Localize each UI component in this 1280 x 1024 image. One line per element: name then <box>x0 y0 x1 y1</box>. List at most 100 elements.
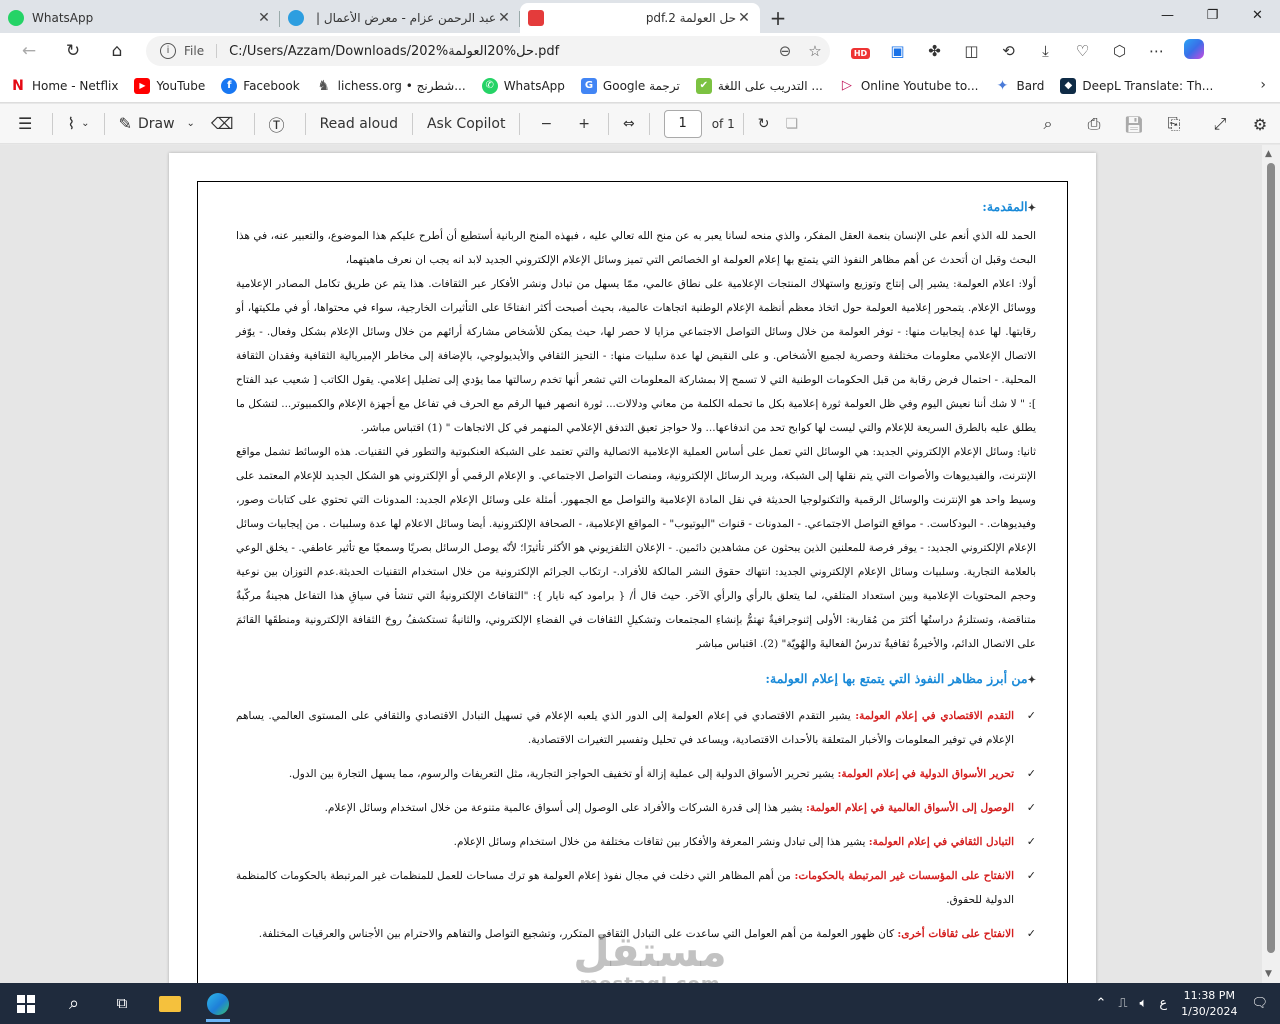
pdf-toolbar-right: ⌕ ⎙ 💾︎ ⎘ ⤢ ⚙ <box>1028 104 1280 144</box>
bookmark-bard[interactable]: ✦ Bard <box>994 77 1044 94</box>
refresh-button[interactable]: ↻ <box>56 34 90 68</box>
history-icon[interactable]: ⟲ <box>990 42 1027 60</box>
task-view-icon[interactable]: ⧉ <box>98 983 146 1024</box>
window-controls: — ❐ ✕ <box>1145 0 1280 32</box>
scroll-down-icon[interactable]: ▼ <box>1265 969 1272 979</box>
close-icon[interactable]: ✕ <box>496 10 512 26</box>
bard-icon: ✦ <box>994 77 1011 94</box>
new-tab-button[interactable]: + <box>764 5 792 33</box>
close-window-button[interactable]: ✕ <box>1235 0 1280 32</box>
taskbar: ⌕ ⧉ ⌃ ⎍ 🔈︎ ع 11:38 PM 1/30/2024 🗨︎ <box>0 983 1280 1024</box>
start-button[interactable] <box>2 983 50 1024</box>
notifications-icon[interactable]: 🗨︎ <box>1245 996 1280 1011</box>
google-translate-icon: G <box>580 77 597 94</box>
pdf-viewer[interactable]: المقدمة: الحمد لله الذي أنعم على الإنسان… <box>0 145 1262 983</box>
rotate-button[interactable]: ↻ <box>750 104 778 144</box>
document-body: المقدمة: الحمد لله الذي أنعم على الإنسان… <box>236 192 1036 956</box>
ask-copilot-button[interactable]: Ask Copilot <box>419 104 514 144</box>
browser-essentials-icon[interactable]: ⬡ <box>1101 42 1138 60</box>
list-item: الانفتاح على المؤسسات غير المرتبطة بالحك… <box>236 864 1036 912</box>
search-icon[interactable]: ⌕ <box>50 983 98 1024</box>
address-toolbar: ← ↻ ⌂ i File C:/Users/Azzam/Downloads/20… <box>0 33 1280 69</box>
scheme-label: File <box>184 44 218 58</box>
screenshot-extension-icon[interactable]: ▣ <box>879 42 916 60</box>
language-indicator[interactable]: ع <box>1153 996 1173 1011</box>
close-icon[interactable]: ✕ <box>736 10 752 26</box>
network-icon[interactable]: ⎍ <box>1112 996 1133 1011</box>
scroll-up-icon[interactable]: ▲ <box>1265 149 1272 159</box>
page-view-icon: ❏ <box>785 115 798 132</box>
bookmark-google-translate[interactable]: G Google ترجمة <box>580 77 680 94</box>
bookmark-youtube-converter[interactable]: ▷ Online Youtube to... <box>838 77 978 94</box>
chevron-down-icon[interactable]: ⌄ <box>187 118 195 129</box>
url-text[interactable]: C:/Users/Azzam/Downloads/202%حل%20العولم… <box>229 44 770 59</box>
tab-whatsapp[interactable]: WhatsApp ✕ <box>0 3 280 33</box>
info-icon[interactable]: i <box>160 43 176 59</box>
browser-toolbar-icons: HD ▣ ✤ ◫ ⟲ ⤓ ♡ ⬡ ⋯ <box>842 33 1212 69</box>
close-icon[interactable]: ✕ <box>256 10 272 26</box>
bookmark-netflix[interactable]: N Home - Netflix <box>10 77 118 94</box>
bookmark-youtube[interactable]: ▶ YouTube <box>134 77 205 94</box>
restore-button[interactable]: ❐ <box>1190 0 1235 32</box>
zoom-in-button[interactable]: + <box>566 104 602 144</box>
save-as-icon[interactable]: ⎘ <box>1154 114 1194 134</box>
contents-button[interactable]: ☰ <box>10 104 46 144</box>
scrollbar-thumb[interactable] <box>1267 163 1275 953</box>
bookmark-whatsapp[interactable]: ✆ WhatsApp <box>481 77 565 94</box>
hd-extension-icon[interactable]: HD <box>842 42 879 60</box>
list-icon: ☰ <box>18 114 33 133</box>
search-icon[interactable]: ⌕ <box>1028 114 1068 134</box>
read-aloud-button[interactable]: Read aloud <box>312 104 406 144</box>
fit-page-button[interactable]: ⇔ <box>615 104 643 144</box>
page-number-input[interactable]: 1 <box>663 109 702 138</box>
back-button[interactable]: ← <box>12 34 46 68</box>
vertical-scrollbar[interactable]: ▲ ▼ <box>1262 145 1280 983</box>
draw-button[interactable]: ✎ Draw ⌄ <box>111 104 203 144</box>
pen-icon: ✎ <box>118 114 132 133</box>
list-item: تحرير الأسواق الدولية في إعلام العولمة: … <box>236 762 1036 786</box>
minimize-button[interactable]: — <box>1145 0 1190 32</box>
bookmark-lichess[interactable]: ♞ lichess.org • شطرنج... <box>315 77 466 94</box>
clock[interactable]: 11:38 PM 1/30/2024 <box>1173 988 1245 1020</box>
tab-portfolio[interactable]: عبد الرحمن عزام - معرض الأعمال | ✕ <box>280 3 520 33</box>
erase-button[interactable]: ⌫ <box>203 104 248 144</box>
copilot-icon[interactable] <box>1175 39 1212 63</box>
print-icon[interactable]: ⎙ <box>1074 114 1114 134</box>
chevron-up-icon[interactable]: ⌃ <box>1089 996 1112 1011</box>
whatsapp-icon: ✆ <box>481 77 498 94</box>
extensions-icon[interactable]: ✤ <box>916 42 953 60</box>
tab-title: WhatsApp <box>32 11 94 25</box>
chevron-down-icon[interactable]: ⌄ <box>81 118 89 129</box>
site-favicon-icon <box>288 10 304 26</box>
downloads-icon[interactable]: ⤓ <box>1027 42 1064 60</box>
zoom-icon[interactable]: ⊖ <box>770 42 800 60</box>
save-icon[interactable]: 💾︎ <box>1114 115 1154 134</box>
edge-taskbar-icon[interactable] <box>194 983 242 1024</box>
zoom-out-button[interactable]: − <box>526 104 566 144</box>
page-view-button[interactable]: ❏ <box>777 104 806 144</box>
pdf-toolbar: ☰ ⌇ ⌄ ✎ Draw ⌄ ⌫ Ⓣ Read aloud Ask Copilot −… <box>0 104 1280 144</box>
file-explorer-icon[interactable] <box>146 983 194 1024</box>
volume-icon[interactable]: 🔈︎ <box>1134 996 1154 1011</box>
performance-icon[interactable]: ♡ <box>1064 42 1101 60</box>
tab-pdf[interactable]: حل العولمة pdf.2 ✕ <box>520 3 760 33</box>
address-bar[interactable]: i File C:/Users/Azzam/Downloads/202%حل%2… <box>146 36 830 66</box>
bookmark-facebook[interactable]: f Facebook <box>221 77 300 94</box>
text-box-icon: Ⓣ <box>268 115 285 135</box>
home-button[interactable]: ⌂ <box>100 34 134 68</box>
bookmark-language-training[interactable]: ✔ التدريب على اللغة ... <box>695 77 823 94</box>
fullscreen-icon[interactable]: ⤢ <box>1200 114 1240 134</box>
bookmark-deepl[interactable]: ◆ DeepL Translate: Th... <box>1060 77 1213 94</box>
list-item: التبادل الثقافي في إعلام العولمة: يشير ه… <box>236 830 1036 854</box>
split-screen-icon[interactable]: ◫ <box>953 42 990 60</box>
highlight-button[interactable]: ⌇ ⌄ <box>59 104 97 144</box>
netflix-icon: N <box>10 77 26 94</box>
favorite-star-icon[interactable]: ☆ <box>800 42 830 60</box>
settings-gear-icon[interactable]: ⚙ <box>1240 115 1280 134</box>
system-tray: ⌃ ⎍ 🔈︎ ع 11:38 PM 1/30/2024 🗨︎ <box>1089 983 1280 1024</box>
more-menu-icon[interactable]: ⋯ <box>1138 42 1175 60</box>
bookmarks-bar: N Home - Netflix ▶ YouTube f Facebook ♞ lich… <box>0 69 1280 103</box>
add-text-button[interactable]: Ⓣ <box>261 104 299 144</box>
chevron-right-icon[interactable]: › <box>1260 77 1266 93</box>
section-heading-influence: من أبرز مظاهر النفوذ التي يتمتع بها إعلا… <box>236 664 1036 696</box>
